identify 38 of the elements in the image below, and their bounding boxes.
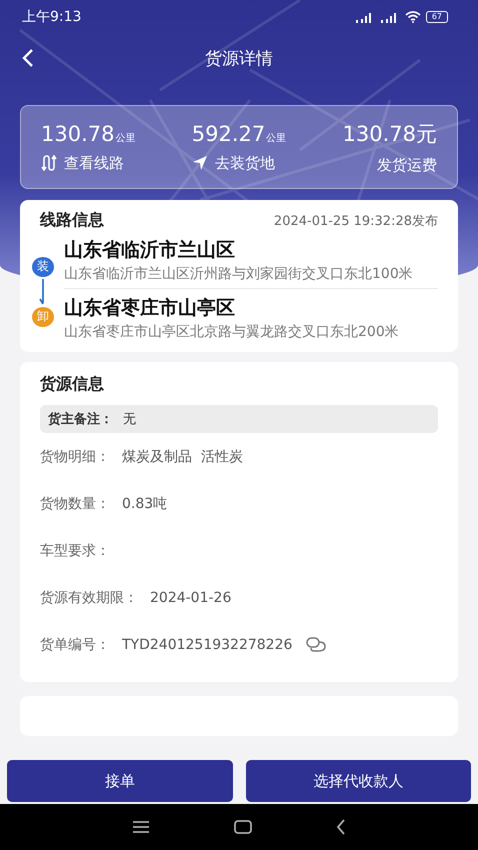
publish-time: 2024-01-25 19:32:28发布 [274, 212, 438, 230]
navigation-arrow-icon [192, 155, 208, 171]
unloading-badge: 卸 [32, 306, 54, 326]
summary-value: 592.27 公里 [192, 122, 286, 146]
loading-badge: 装 [32, 256, 54, 276]
arrow-icon [39, 278, 47, 304]
field-label: 货源有效期限： [40, 588, 138, 606]
field-label: 货物明细： [40, 448, 110, 466]
field-label: 货单编号： [40, 636, 110, 654]
action-button[interactable]: 接单 [7, 760, 232, 802]
city-name: 山东省临沂市兰山区 [64, 238, 236, 263]
wifi-icon [404, 11, 421, 23]
freight-label: 发货运费 [376, 156, 437, 174]
field-value: 2024-01-26 [150, 590, 232, 606]
home-icon[interactable] [232, 818, 254, 836]
field-value: 煤炭及制品 活性炭 [122, 448, 243, 466]
navigate-link[interactable]: 去装货地 [192, 154, 286, 172]
field-label: 货物数量： [40, 494, 110, 512]
address-text: 山东省临沂市兰山区沂州路与刘家园街交叉口东北100米 [64, 265, 414, 284]
menu-icon[interactable] [130, 818, 152, 836]
action-button[interactable]: 选择代收款人 [246, 760, 471, 802]
field-value: 0.83吨 [122, 494, 168, 512]
page-title: 货源详情 [205, 48, 273, 70]
remark-label: 货主备注： [48, 410, 113, 428]
status-time: 上午9:13 [22, 8, 82, 26]
route-icon [41, 155, 57, 171]
copy-icon[interactable] [306, 636, 326, 652]
battery-icon: 67 [426, 11, 448, 23]
summary-value: 130.78元 [342, 120, 437, 148]
section-title: 货源信息 [40, 374, 105, 395]
city-name: 山东省枣庄市山亭区 [64, 296, 236, 321]
summary-value: 130.78 公里 [41, 122, 136, 146]
view-route-link[interactable]: 查看线路 [41, 154, 136, 172]
remark-value: 无 [123, 411, 136, 428]
field-value: TYD2401251932278226 [122, 636, 292, 652]
section-title: 线路信息 [40, 210, 104, 231]
field-label: 车型要求： [40, 542, 110, 560]
address-text: 山东省枣庄市山亭区北京路与翼龙路交叉口东北200米 [64, 323, 400, 342]
